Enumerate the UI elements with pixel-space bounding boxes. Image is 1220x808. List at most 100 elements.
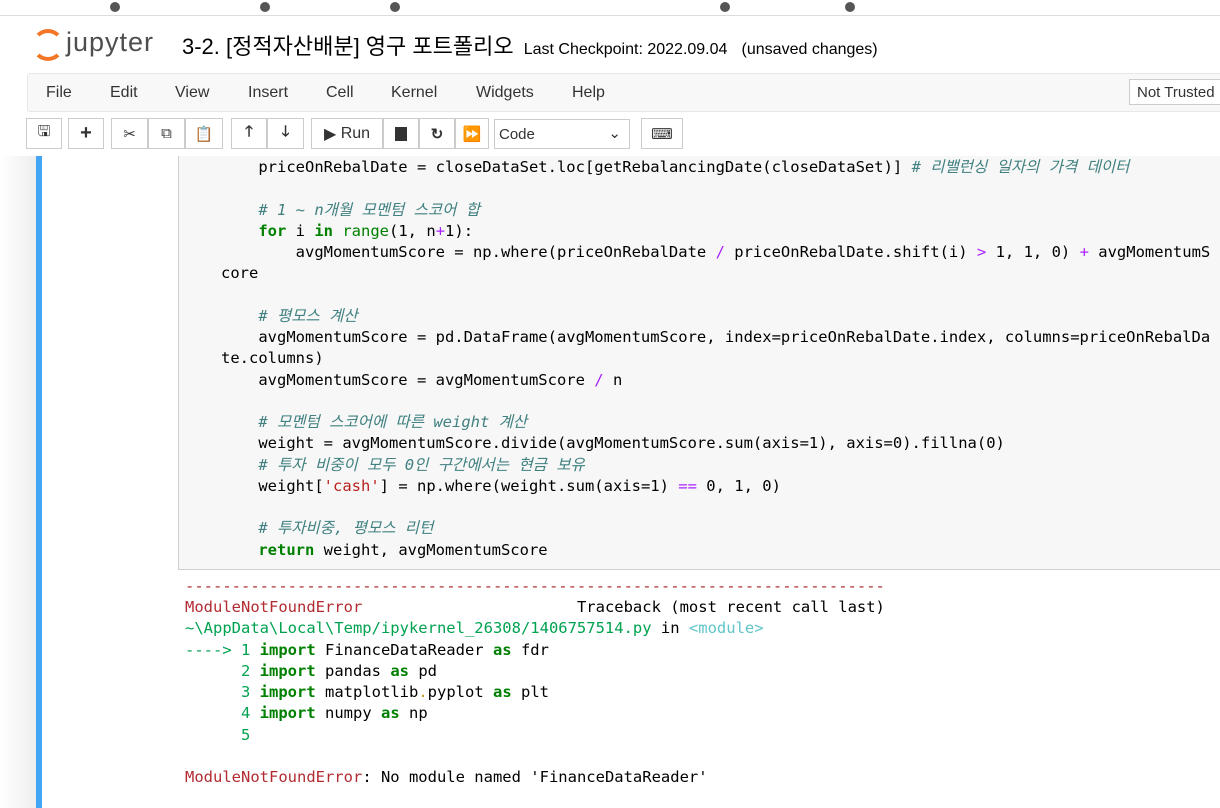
command-palette-button[interactable]: ⌨ xyxy=(641,118,683,149)
code-token: avgMomentumScore = pd.DataFrame(avgMomen… xyxy=(221,328,1211,368)
code-token: matplotlib xyxy=(315,683,419,701)
code-token: # 모멘텀 스코어에 따른 weight 계산 xyxy=(258,413,528,431)
code-token: avgMomentumScore = avgMomentumScore xyxy=(221,370,595,389)
arrow-down-icon: 🡓 xyxy=(281,123,290,140)
code-token: return xyxy=(258,540,315,559)
code-token: # 1 ~ n개월 모멘텀 스코어 합 xyxy=(258,200,480,219)
code-token: as xyxy=(493,683,512,701)
menu-view[interactable]: View xyxy=(175,84,209,102)
code-token: priceOnRebalDate.shift(i) xyxy=(724,243,977,261)
code-token: # 투자 비중이 모두 0인 구간에서는 현금 보유 xyxy=(258,455,585,474)
interrupt-button[interactable] xyxy=(383,118,419,149)
code-token: # 리밸런싱 일자의 가격 데이터 xyxy=(911,158,1130,176)
trust-indicator[interactable]: Not Trusted xyxy=(1129,79,1220,105)
code-line: # 1 ~ n개월 모멘텀 스코어 합 xyxy=(221,200,1212,221)
code-token: FinanceDataReader xyxy=(315,640,493,659)
code-line: avgMomentumScore = avgMomentumScore / n xyxy=(221,370,1212,391)
code-token: 5 xyxy=(185,725,251,744)
code-cell: priceOnRebalDate = closeDataSet.loc[getR… xyxy=(178,156,1220,808)
code-line: return weight, avgMomentumScore xyxy=(221,540,1212,561)
code-token: 1): xyxy=(445,221,474,240)
code-token: avgMomentumScore = np.where(priceOnRebal… xyxy=(221,243,716,261)
cell-output-traceback: ----------------------------------------… xyxy=(185,576,1220,789)
code-line: 3 import matplotlib.pyplot as plt xyxy=(185,682,1220,703)
code-line: weight = avgMomentumScore.divide(avgMome… xyxy=(221,433,1212,454)
menu-cell[interactable]: Cell xyxy=(326,84,354,102)
code-token: : No module named 'FinanceDataReader' xyxy=(362,768,708,786)
code-cell-input[interactable]: priceOnRebalDate = closeDataSet.loc[getR… xyxy=(178,156,1220,570)
code-editor[interactable]: priceOnRebalDate = closeDataSet.loc[getR… xyxy=(221,157,1212,561)
code-token: weight = avgMomentumScore.divide(avgMome… xyxy=(221,434,1005,453)
menu-edit[interactable]: Edit xyxy=(110,84,138,102)
copy-button[interactable]: ⧉ xyxy=(148,118,185,149)
code-line: ----> 1 import FinanceDataReader as fdr xyxy=(185,640,1220,661)
jupyter-logo-icon xyxy=(30,25,64,61)
save-status: (unsaved changes) xyxy=(741,41,878,58)
code-token: + xyxy=(435,221,446,240)
code-token: pyplot xyxy=(427,683,493,701)
code-line: weight['cash'] = np.where(weight.sum(axi… xyxy=(221,476,1212,497)
run-icon: ▶ xyxy=(323,125,341,143)
code-token: import xyxy=(259,704,316,723)
restart-button[interactable]: ↻ xyxy=(419,118,455,149)
code-token: as xyxy=(381,704,400,723)
notebook-header: jupyter 3-2. [정적자산배분] 영구 포트폴리오 Last Chec… xyxy=(0,17,1220,73)
move-up-button[interactable]: 🡑 xyxy=(231,118,267,149)
insert-cell-button[interactable]: + xyxy=(68,118,104,149)
save-button[interactable]: 🖫 xyxy=(26,118,62,149)
paste-button[interactable]: 📋 xyxy=(185,118,223,149)
checkpoint-text: Last Checkpoint: 2022.09.04 xyxy=(523,41,728,58)
copy-icon: ⧉ xyxy=(161,125,172,142)
toolbar: 🖫 + ✂ ⧉ 📋 🡑 🡓 ▶ Run ↻ ⏩ Code ⌄ ⌨ xyxy=(0,112,1220,156)
code-token: pd xyxy=(409,661,437,680)
code-token: (1, n xyxy=(389,221,436,240)
menu-kernel[interactable]: Kernel xyxy=(391,84,437,102)
code-token: range xyxy=(342,221,390,240)
code-token: ModuleNotFoundError xyxy=(185,598,363,616)
code-token: / xyxy=(594,370,604,389)
jupyter-logo[interactable]: jupyter xyxy=(30,25,154,61)
code-token: 3 xyxy=(185,683,260,701)
stop-icon xyxy=(395,126,407,141)
code-token: for xyxy=(258,221,287,240)
chevron-down-icon: ⌄ xyxy=(608,125,621,142)
code-token: 'cash' xyxy=(323,476,380,495)
menu-file[interactable]: File xyxy=(46,84,72,102)
restart-icon: ↻ xyxy=(430,125,444,143)
code-token: numpy xyxy=(315,704,381,723)
notebook-margin xyxy=(0,156,36,808)
menu-insert[interactable]: Insert xyxy=(248,84,288,102)
code-token: n xyxy=(603,370,623,389)
fast-forward-icon: ⏩ xyxy=(462,125,482,143)
code-token: . xyxy=(418,683,428,701)
run-button[interactable]: ▶ Run xyxy=(311,118,383,149)
notebook-title[interactable]: 3-2. [정적자산배분] 영구 포트폴리오 xyxy=(182,34,514,59)
selected-cell-indicator xyxy=(36,156,42,808)
paste-icon: 📋 xyxy=(194,125,214,143)
restart-run-all-button[interactable]: ⏩ xyxy=(455,118,489,149)
move-down-button[interactable]: 🡓 xyxy=(267,118,304,149)
arrow-up-icon: 🡑 xyxy=(245,123,253,140)
cell-type-value: Code xyxy=(499,126,535,143)
code-line: priceOnRebalDate = closeDataSet.loc[getR… xyxy=(221,157,1212,178)
code-token: ----> 1 xyxy=(185,640,260,659)
bookmarks-bar xyxy=(0,0,1220,16)
menu-widgets[interactable]: Widgets xyxy=(476,84,534,102)
code-token: # 평모스 계산 xyxy=(258,306,358,325)
code-token: Traceback (most recent call last) xyxy=(362,598,885,616)
cell-type-select[interactable]: Code ⌄ xyxy=(494,119,630,149)
cut-button[interactable]: ✂ xyxy=(111,118,148,149)
menu-help[interactable]: Help xyxy=(572,84,605,102)
code-token: <module> xyxy=(688,619,764,638)
code-token: / xyxy=(715,243,725,261)
code-line: # 모멘텀 스코어에 따른 weight 계산 xyxy=(221,412,1212,433)
